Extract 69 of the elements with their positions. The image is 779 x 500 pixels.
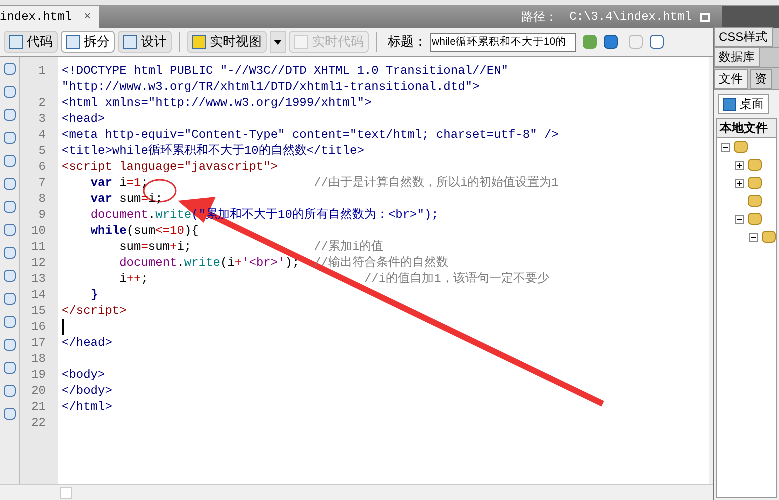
close-button[interactable]: × [84,8,92,26]
line-number: 15 [32,303,46,319]
code-line: <title>while循环累积和不大于10的自然数</title> [62,143,364,159]
code-line: </html> [62,399,112,415]
line-number: 5 [38,143,46,159]
tree-toggle[interactable] [721,142,730,152]
file-path: C:\3.4\index.html [570,9,692,26]
caret-icon [274,40,282,44]
path-label: 路径： [522,9,558,26]
code-line: sum=sum+i; //累加i的值 [118,239,384,255]
code-line: <body> [62,367,106,383]
code-line: <head> [62,111,106,127]
line-number: 22 [32,415,46,431]
code-line: } [90,287,98,303]
line-number: 8 [38,191,46,207]
title-label: 标题： [388,33,427,52]
line-number: 3 [38,111,46,127]
location-dropdown[interactable]: 桌面 [718,94,769,114]
code-line: <html xmlns="http://www.w3.org/1999/xhtml"> [62,95,372,111]
tree-toggle[interactable] [735,178,744,188]
line-number: 13 [32,271,46,287]
line-number: 17 [32,335,46,351]
folder-icon[interactable] [748,195,762,207]
restore-icon[interactable] [700,12,710,22]
code-line: <meta http-equiv="Content-Type" content="text/html; charset=utf-8" /> [62,127,559,143]
desktop-icon [723,98,736,110]
line-number: 12 [32,255,46,271]
panel-tab[interactable]: CSS样式 [714,27,773,47]
code-line: <!DOCTYPE html PUBLIC "-//W3C//DTD XHTML 1.0 Transitional//EN" [62,63,508,79]
code-line: </head> [62,335,112,351]
code-line: while(sum<=10){ [90,223,199,239]
line-number: 6 [38,159,46,175]
panel-tab[interactable]: 文件 [714,69,748,89]
line-number: 2 [38,95,46,111]
code-line: var i=1; //由于是计算自然数，所以i的初始值设置为1 [90,175,559,191]
view-button[interactable]: 设计 [118,31,172,53]
tree-toggle[interactable] [735,160,744,170]
line-number: 18 [32,351,46,367]
panel-tab[interactable]: 数据库 [714,47,760,67]
tree-toggle[interactable] [749,232,758,242]
line-number: 10 [32,223,46,239]
code-line: </script> [62,303,127,319]
live-view-button[interactable]: 实时视图 [187,31,267,53]
line-number: 21 [32,399,46,415]
line-number: 1 [38,63,46,79]
line-number: 14 [32,287,46,303]
line-number: 4 [38,127,46,143]
code-line: </body> [62,383,112,399]
code-line: i++; //i的值自加1，该语句一定不要少 [118,271,550,287]
line-number: 20 [32,383,46,399]
panel-tab[interactable]: 资 [750,69,772,89]
column-header: 本地文件 [717,119,776,138]
line-number: 19 [32,367,46,383]
view-button[interactable]: 代码 [4,31,58,53]
line-number: 9 [38,207,46,223]
line-number: 11 [32,239,46,255]
title-field[interactable]: while循环累积和不大于10的 [430,32,576,52]
panel-header-bar [722,6,779,28]
tree-toggle[interactable] [735,214,744,224]
view-icon [123,35,137,49]
line-number: 7 [38,175,46,191]
dropdown-button[interactable] [270,31,286,53]
view-button[interactable]: 拆分 [61,31,115,53]
view-icon [66,35,80,49]
document-tab[interactable]: index.html × [0,6,100,28]
code-line: "http://www.w3.org/TR/xhtml1/DTD/xhtml1-transitional.dtd"> [62,79,480,95]
line-number: 16 [32,319,46,335]
view-icon [9,35,23,49]
code-line: <script language="javascript"> [62,159,278,175]
